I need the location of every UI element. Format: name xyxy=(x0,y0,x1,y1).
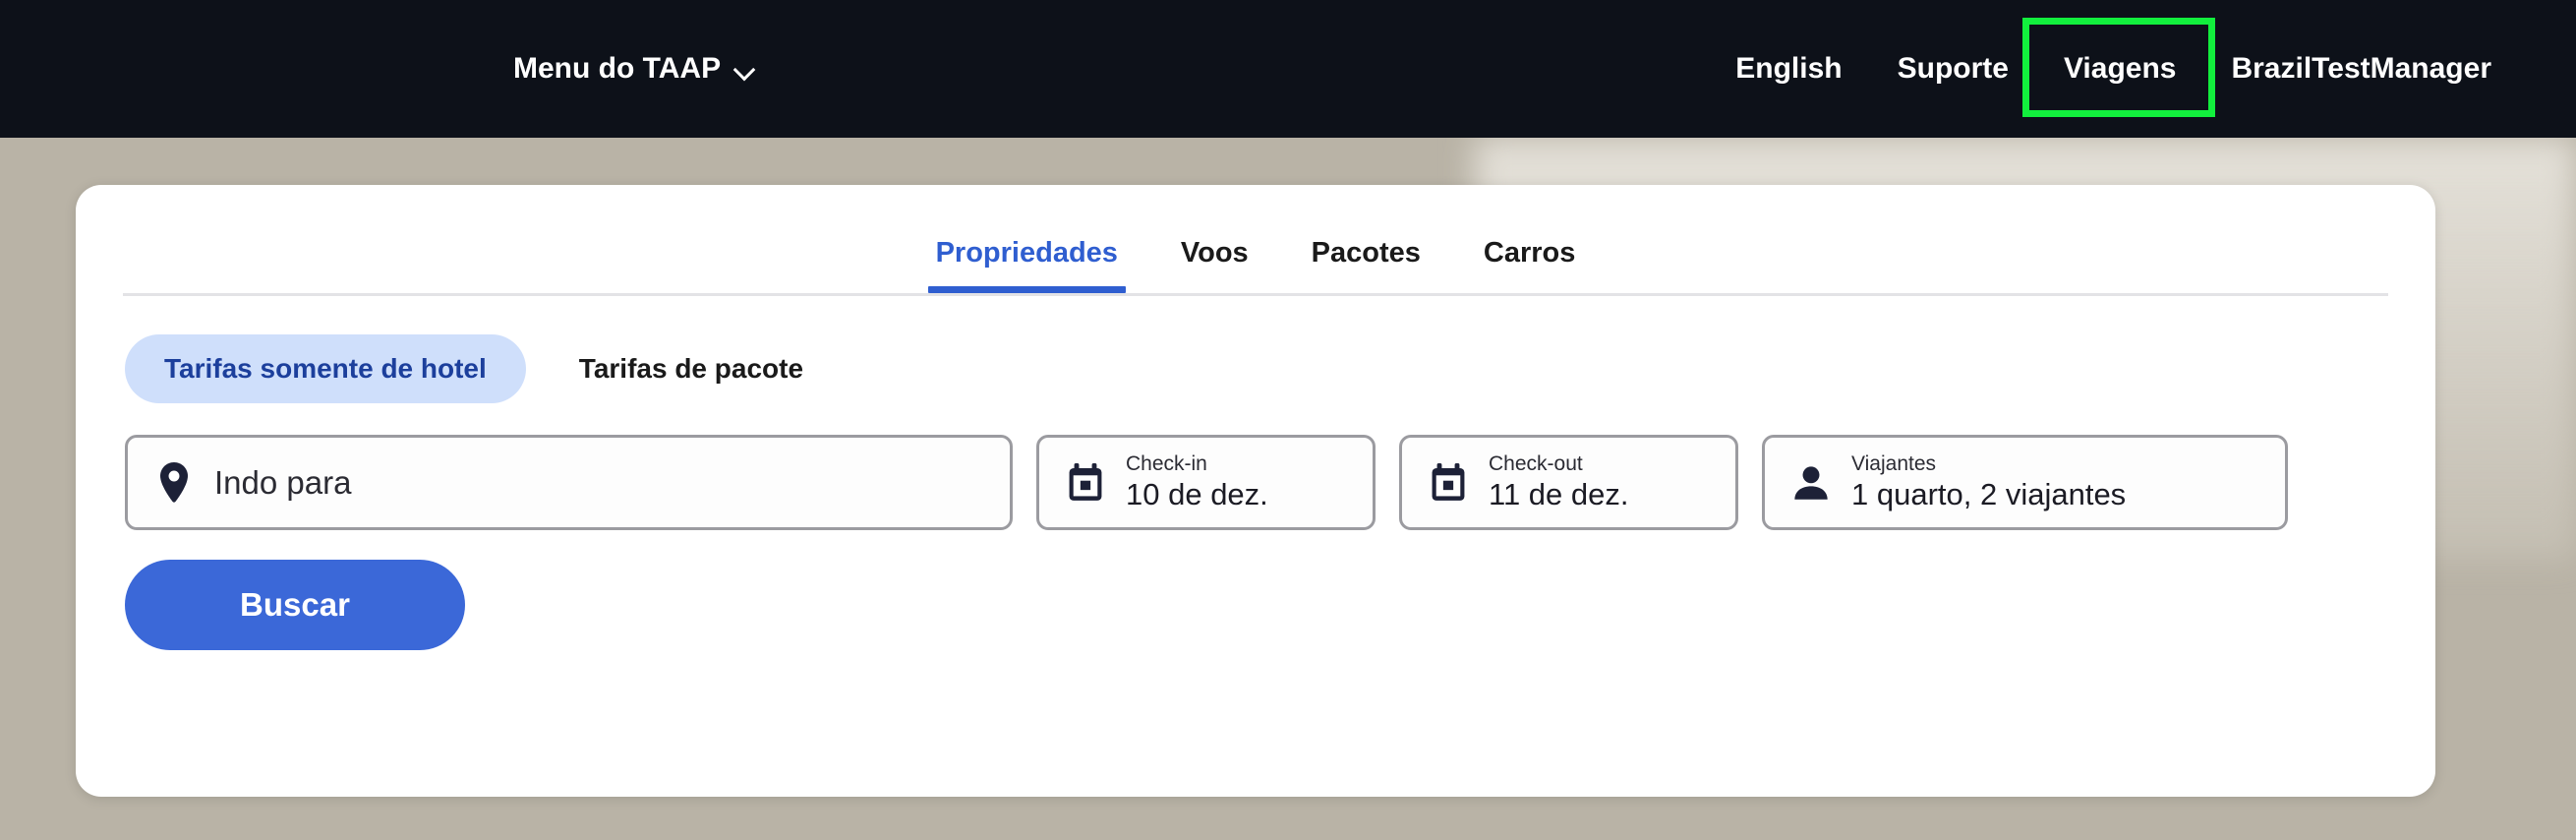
header-link-account[interactable]: BrazilTestManager xyxy=(2203,52,2519,86)
tab-voos[interactable]: Voos xyxy=(1149,237,1280,293)
travelers-field[interactable]: Viajantes 1 quarto, 2 viajantes xyxy=(1762,435,2288,530)
checkout-label: Check-out xyxy=(1489,451,1583,475)
checkin-field[interactable]: Check-in 10 de dez. xyxy=(1036,435,1376,530)
checkin-label: Check-in xyxy=(1126,451,1207,475)
rate-option-package[interactable]: Tarifas de pacote xyxy=(540,334,843,403)
checkin-value: 10 de dez. xyxy=(1126,476,1268,511)
checkout-field[interactable]: Check-out 11 de dez. xyxy=(1399,435,1738,530)
person-icon xyxy=(1790,462,1832,504)
page-root: Menu do TAAP English Suporte Viagens Bra… xyxy=(0,0,2576,840)
tab-label: Voos xyxy=(1180,237,1249,269)
destination-placeholder: Indo para xyxy=(214,463,352,501)
tab-label: Carros xyxy=(1483,237,1576,269)
calendar-icon xyxy=(1065,462,1106,504)
calendar-icon xyxy=(1428,462,1469,504)
checkin-text: Check-in 10 de dez. xyxy=(1126,452,1268,512)
site-header: Menu do TAAP English Suporte Viagens Bra… xyxy=(0,0,2576,138)
search-tabs: Propriedades Voos Pacotes Carros xyxy=(76,185,2435,296)
search-button[interactable]: Buscar xyxy=(125,560,465,650)
destination-field[interactable]: Indo para xyxy=(125,435,1013,530)
travelers-value: 1 quarto, 2 viajantes xyxy=(1851,476,2127,511)
header-nav: English Suporte Viagens BrazilTestManage… xyxy=(1708,52,2519,86)
search-fields: Indo para Check-in 10 de dez. Check-out … xyxy=(76,403,2435,530)
header-link-english[interactable]: English xyxy=(1708,52,1869,86)
tab-carros[interactable]: Carros xyxy=(1452,237,1608,293)
chevron-down-icon xyxy=(734,61,754,81)
checkout-value: 11 de dez. xyxy=(1489,476,1629,511)
search-action-row: Buscar xyxy=(76,530,2435,650)
map-pin-icon xyxy=(153,461,195,504)
tabs-divider xyxy=(123,293,2388,296)
travelers-text: Viajantes 1 quarto, 2 viajantes xyxy=(1851,452,2126,512)
checkout-text: Check-out 11 de dez. xyxy=(1489,452,1628,512)
search-card: Propriedades Voos Pacotes Carros Tarifas… xyxy=(76,185,2435,797)
header-link-suporte[interactable]: Suporte xyxy=(1870,52,2036,86)
tab-pacotes[interactable]: Pacotes xyxy=(1280,237,1452,293)
tab-propriedades[interactable]: Propriedades xyxy=(905,237,1149,293)
rate-type-group: Tarifas somente de hotel Tarifas de paco… xyxy=(76,293,2435,403)
rate-option-label: Tarifas de pacote xyxy=(578,353,804,384)
tab-label: Propriedades xyxy=(935,237,1118,269)
tab-label: Pacotes xyxy=(1311,237,1421,269)
rate-option-hotel-only[interactable]: Tarifas somente de hotel xyxy=(125,334,526,403)
taap-menu-button[interactable]: Menu do TAAP xyxy=(513,52,754,86)
travelers-label: Viajantes xyxy=(1851,451,1937,475)
rate-option-label: Tarifas somente de hotel xyxy=(164,353,487,384)
taap-menu-label: Menu do TAAP xyxy=(513,52,722,85)
header-link-viagens[interactable]: Viagens xyxy=(2036,52,2204,86)
